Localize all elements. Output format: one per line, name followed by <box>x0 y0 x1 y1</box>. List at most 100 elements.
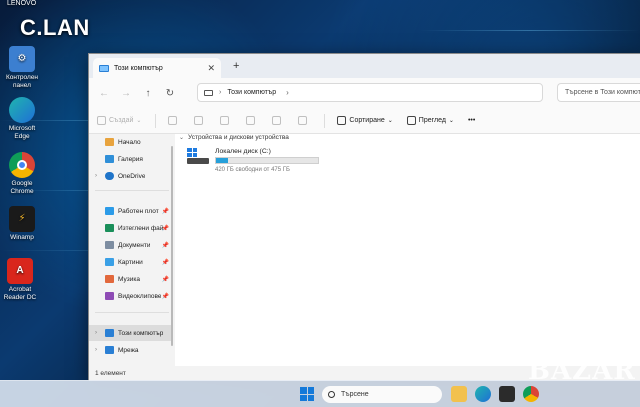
sidebar-item-home[interactable]: Начало <box>89 134 173 150</box>
search-input[interactable]: Търсене в Този компютър <box>557 83 640 102</box>
address-bar[interactable]: › Този компютър › <box>197 83 543 102</box>
chevron-right-icon: › <box>286 88 289 97</box>
desktop-icon-acrobat[interactable]: A Acrobat Reader DC <box>0 258 40 301</box>
chevron-down-icon: ⌄ <box>136 118 142 124</box>
pin-icon: 📌 <box>161 293 169 300</box>
plus-icon <box>97 116 106 125</box>
sidebar-item-label: Картини <box>118 258 143 266</box>
chevron-right-icon[interactable]: › <box>95 330 97 336</box>
store-taskbar-icon[interactable] <box>499 386 515 402</box>
copy-button[interactable] <box>194 116 206 125</box>
chevron-right-icon[interactable]: › <box>95 173 97 179</box>
desktop-icon-chrome[interactable]: Google Chrome <box>2 152 42 195</box>
command-bar: Създай ⌄ Сортиране ⌄ Преглед ⌄ ••• <box>89 108 640 134</box>
drive-usage-bar <box>215 157 319 164</box>
sidebar-item-onedrive[interactable]: › OneDrive <box>89 168 173 184</box>
winamp-icon: ⚡ <box>9 206 35 232</box>
sort-button[interactable]: Сортиране ⌄ <box>337 116 393 125</box>
edge-icon <box>9 97 35 123</box>
sidebar-item-label: Музика <box>118 275 140 283</box>
divider <box>324 113 326 128</box>
sidebar-item-desktop[interactable]: Работен плот 📌 <box>89 203 173 219</box>
share-icon <box>272 116 282 125</box>
edge-taskbar-icon[interactable] <box>475 386 491 402</box>
drive-icon <box>187 148 209 168</box>
drive-item-c[interactable]: Локален диск (C:) 420 ГБ свободни от 475… <box>187 148 327 176</box>
back-arrow-icon[interactable]: ← <box>93 88 115 99</box>
drive-free-space: 420 ГБ свободни от 475 ГБ <box>215 167 290 173</box>
drive-name: Локален диск (C:) <box>215 148 271 155</box>
music-icon <box>105 275 114 283</box>
new-tab-button[interactable]: + <box>233 60 239 72</box>
pin-icon: 📌 <box>161 208 169 215</box>
pin-icon: 📌 <box>161 276 169 283</box>
taskbar-search-label: Търсене <box>341 391 369 398</box>
file-explorer-taskbar-icon[interactable] <box>451 386 467 402</box>
chevron-down-icon: ⌄ <box>448 118 454 124</box>
content-pane: ⌄ Устройства и дискови устройства Локален… <box>175 134 640 366</box>
more-options-button[interactable]: ••• <box>468 117 475 124</box>
rename-button[interactable] <box>246 116 258 125</box>
computer-icon <box>99 64 109 72</box>
sidebar-item-gallery[interactable]: Галерия <box>89 151 173 167</box>
tab-this-pc[interactable]: Този компютър ✕ <box>93 58 221 78</box>
chevron-right-icon[interactable]: › <box>95 347 97 353</box>
desktop-icon-label: Контролен панел <box>5 74 39 89</box>
breadcrumb[interactable]: Този компютър <box>227 89 276 96</box>
start-button[interactable] <box>300 387 314 401</box>
close-tab-icon[interactable]: ✕ <box>207 63 215 74</box>
refresh-icon[interactable]: ↻ <box>159 88 181 99</box>
sidebar-item-downloads[interactable]: Изтеглени файлове 📌 <box>89 220 173 236</box>
sidebar-item-label: Мрежа <box>118 346 139 354</box>
sort-label: Сортиране <box>349 117 385 124</box>
sidebar-item-network[interactable]: › Мрежа <box>89 342 173 358</box>
tab-title: Този компютър <box>114 64 163 72</box>
paste-button[interactable] <box>220 116 232 125</box>
delete-icon <box>298 116 308 125</box>
rename-icon <box>246 116 256 125</box>
sidebar-item-music[interactable]: Музика 📌 <box>89 271 173 287</box>
share-button[interactable] <box>272 116 284 125</box>
delete-button[interactable] <box>298 116 310 125</box>
divider <box>95 312 169 313</box>
copy-icon <box>194 116 204 125</box>
divider <box>95 190 169 191</box>
sidebar-item-label: Изтеглени файлове <box>118 224 164 232</box>
paste-icon <box>220 116 230 125</box>
sidebar-item-label: Видеоклипове <box>118 292 162 300</box>
sidebar-item-documents[interactable]: Документи 📌 <box>89 237 173 253</box>
pin-icon: 📌 <box>161 259 169 266</box>
desktop-icon-winamp[interactable]: ⚡ Winamp <box>2 206 42 242</box>
desktop-brand-small: LENOVO <box>7 0 37 7</box>
chevron-down-icon: ⌄ <box>179 135 185 141</box>
cut-button[interactable] <box>168 116 180 125</box>
file-explorer-window: Този компютър ✕ + ← → ↑ ↻ › Този компютъ… <box>88 53 640 381</box>
desktop-icon-label: Winamp <box>10 234 34 241</box>
more-icon: ••• <box>467 117 476 124</box>
home-icon <box>105 138 114 146</box>
taskbar-search[interactable]: Търсене <box>322 386 442 403</box>
search-icon <box>328 391 335 398</box>
scrollbar-thumb[interactable] <box>171 146 173 346</box>
sidebar-item-label: Този компютър <box>118 329 164 337</box>
sidebar-item-this-pc[interactable]: › Този компютър <box>89 325 173 341</box>
desktop-brand: C.LAN <box>20 15 90 40</box>
sidebar-item-label: Начало <box>118 138 141 146</box>
desktop-icon-control-panel[interactable]: ⚙ Контролен панел <box>2 46 42 89</box>
sidebar-item-videos[interactable]: Видеоклипове 📌 <box>89 288 173 304</box>
pin-icon: 📌 <box>161 225 169 232</box>
forward-arrow-icon[interactable]: → <box>115 88 137 99</box>
up-arrow-icon[interactable]: ↑ <box>137 88 159 99</box>
desktop-icon-label: Google Chrome <box>10 180 34 195</box>
chrome-taskbar-icon[interactable] <box>523 386 539 402</box>
group-header-devices[interactable]: ⌄ Устройства и дискови устройства <box>179 134 289 141</box>
navigation-scrollbar[interactable] <box>171 134 174 366</box>
new-button[interactable]: Създай ⌄ <box>97 116 141 125</box>
videos-icon <box>105 292 114 300</box>
computer-icon <box>204 89 213 96</box>
sidebar-item-pictures[interactable]: Картини 📌 <box>89 254 173 270</box>
sort-icon <box>337 116 347 125</box>
desktop-icon-edge[interactable]: Microsoft Edge <box>2 97 42 140</box>
view-button[interactable]: Преглед ⌄ <box>406 116 454 125</box>
navigation-pane: Начало Галерия › OneDrive Работен плот 📌… <box>89 134 173 366</box>
